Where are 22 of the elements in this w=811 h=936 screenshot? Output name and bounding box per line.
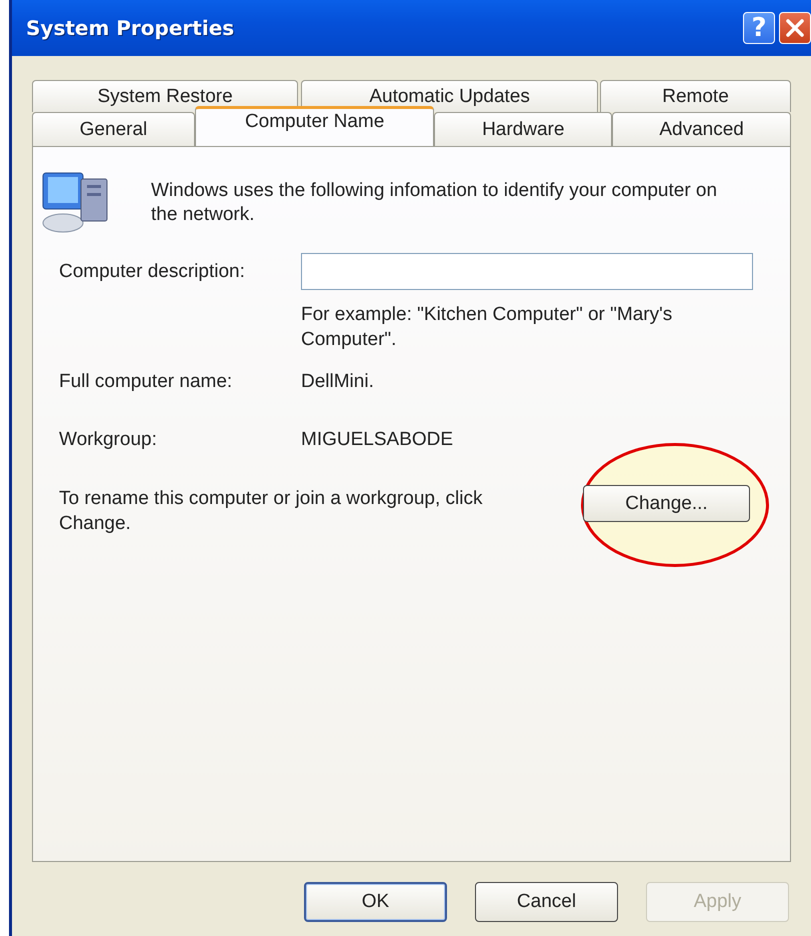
tab[interactable]: System Restore: [32, 80, 298, 112]
info-value: DellMini.: [301, 371, 374, 393]
hint-text: For example: "Kitchen Computer" or "Mary's Computer".: [301, 303, 674, 352]
window-title: System Properties: [26, 16, 234, 40]
info-label: Full computer name:: [59, 371, 234, 393]
tab[interactable]: General: [32, 112, 195, 146]
info-label: Workgroup:: [59, 429, 158, 451]
intro-text: Windows uses the following infomation to identify your computer on the network.: [151, 179, 718, 227]
rename-text: To rename this computer or join a workgroup, click Change.: [59, 487, 484, 536]
dialog-button[interactable]: Cancel: [475, 882, 618, 922]
tab[interactable]: Advanced: [612, 112, 791, 146]
tab[interactable]: Hardware: [434, 112, 612, 146]
tab[interactable]: Automatic Updates: [301, 80, 598, 112]
field-label: Computer description:: [59, 260, 246, 282]
change-button[interactable]: Change...: [583, 485, 750, 522]
dialog-button[interactable]: OK: [304, 882, 447, 922]
info-value: MIGUELSABODE: [301, 429, 454, 451]
tab[interactable]: Remote: [600, 80, 791, 112]
tab[interactable]: Computer Name: [194, 106, 434, 146]
close-button[interactable]: [779, 12, 811, 44]
close-icon: [784, 17, 806, 39]
description-field[interactable]: [301, 253, 753, 290]
